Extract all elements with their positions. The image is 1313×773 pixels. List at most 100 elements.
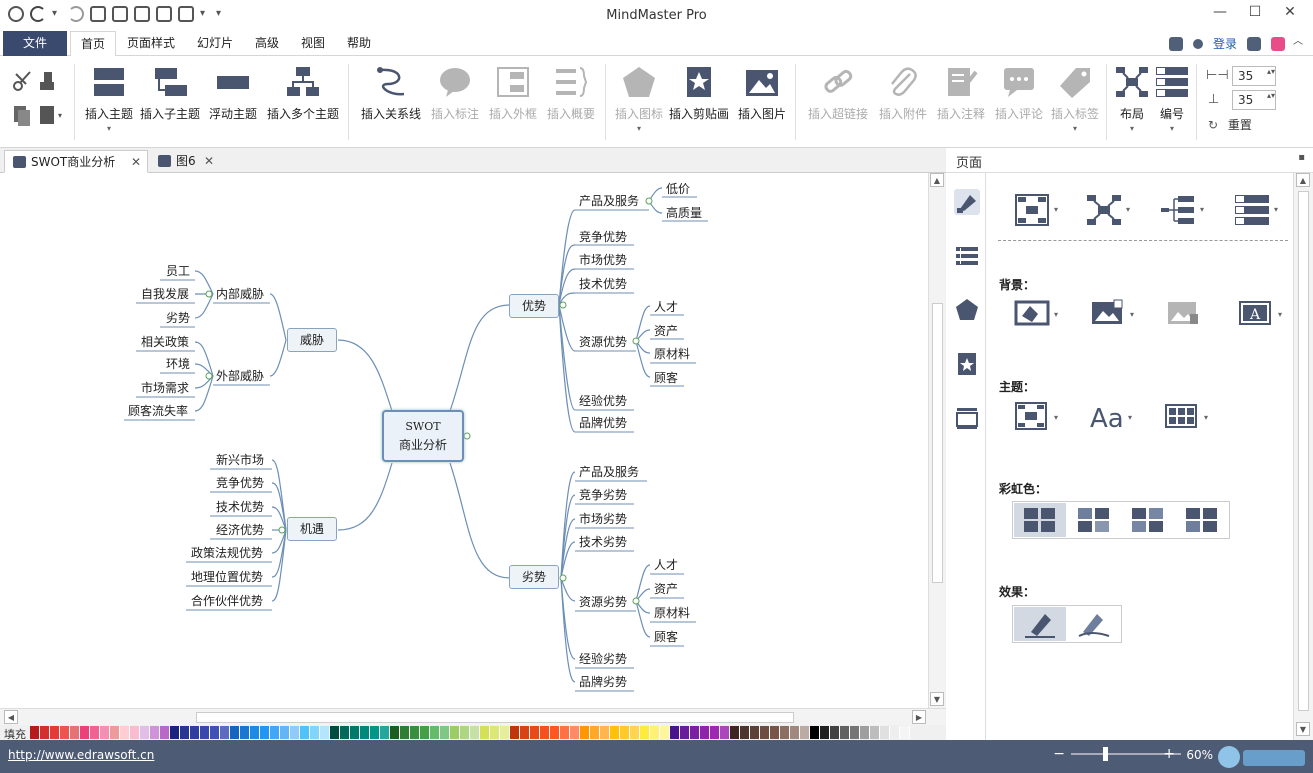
rainbow-option-2[interactable] (1078, 508, 1109, 532)
layout-button[interactable]: 布局 ▾ (1112, 66, 1152, 133)
subtopic-internal-threats[interactable]: 内部威胁 (216, 285, 264, 302)
mindmap-canvas[interactable]: SWOT 商业分析 优势 劣势 威胁 机遇 产品及服务 低价 高质量 竞争优势 … (0, 173, 928, 708)
cloud-icon[interactable] (1168, 36, 1183, 51)
subtopic-partner-advantage[interactable]: 合作伙伴优势 (191, 592, 263, 609)
radial-layout-option[interactable]: ▾ (1086, 193, 1132, 227)
insert-clipart-button[interactable]: 插入剪贴画 (668, 66, 730, 122)
theme-font-option[interactable]: Aa ▾ (1088, 401, 1134, 435)
subtopic-experience-weakness[interactable]: 经验劣势 (579, 650, 627, 667)
layout-dropdown-icon[interactable]: ▾ (1112, 124, 1152, 133)
color-swatches[interactable] (30, 726, 910, 739)
subtopic-brand-advantage[interactable]: 品牌优势 (579, 414, 627, 431)
menu-tab-help[interactable]: 帮助 (340, 31, 378, 56)
subtopic-policy-advantage[interactable]: 政策法规优势 (191, 544, 263, 561)
scrollbar-thumb[interactable] (1298, 191, 1309, 711)
pin-panel-icon[interactable]: ▪ (1298, 152, 1305, 163)
insert-icon-button[interactable]: 插入图标 ▾ (612, 66, 666, 133)
subtopic-market-advantage[interactable]: 市场优势 (579, 251, 627, 268)
paste-icon[interactable]: ▾ (40, 106, 62, 124)
skin-icon[interactable] (1247, 36, 1261, 51)
insert-multiple-topics-button[interactable]: 插入多个主题 (264, 66, 342, 122)
insert-topic-dropdown-icon[interactable]: ▾ (82, 124, 136, 133)
remove-background-option[interactable] (1166, 298, 1212, 332)
dropdown-icon[interactable]: ▾ (1054, 310, 1058, 319)
background-color-option[interactable]: ▾ (1014, 298, 1060, 332)
effect-option-sketch[interactable] (1078, 614, 1110, 637)
subtopic-external-threats[interactable]: 外部威胁 (216, 367, 264, 384)
scrollbar-thumb[interactable] (196, 712, 794, 723)
subtopic-raw-materials[interactable]: 原材料 (654, 604, 690, 621)
theme-style-option[interactable]: ▾ (1014, 401, 1060, 435)
numbering-button[interactable]: 编号 ▾ (1152, 66, 1192, 133)
login-link[interactable]: 登录 (1213, 35, 1237, 52)
map-layout-option[interactable]: ▾ (1014, 193, 1060, 227)
topic-weaknesses[interactable]: 劣势 (509, 565, 559, 589)
insert-callout-button[interactable]: 插入标注 (428, 66, 482, 122)
insert-topic-button[interactable]: 插入主题 ▾ (82, 66, 136, 133)
canvas-horizontal-scrollbar[interactable]: ◀ ▶ (0, 708, 946, 725)
subtopic-location-advantage[interactable]: 地理位置优势 (191, 568, 263, 585)
insert-attachment-button[interactable]: 插入附件 (876, 66, 930, 122)
vertical-spacing-stepper[interactable]: 35 (1232, 90, 1276, 110)
insert-hyperlink-button[interactable]: 插入超链接 (806, 66, 870, 122)
topic-threats[interactable]: 威胁 (287, 328, 337, 352)
subtopic-brand-weakness[interactable]: 品牌劣势 (579, 673, 627, 690)
outline-tab[interactable] (954, 243, 980, 269)
document-tab-swot[interactable]: SWOT商业分析 ✕ (4, 150, 148, 173)
zoom-slider-knob[interactable] (1103, 747, 1108, 761)
topic-strengths[interactable]: 优势 (509, 294, 559, 318)
subtopic-products-services[interactable]: 产品及服务 (579, 192, 639, 209)
subtopic-experience-advantage[interactable]: 经验优势 (579, 392, 627, 409)
scroll-up-icon[interactable]: ▲ (1296, 173, 1310, 187)
dropdown-icon[interactable]: ▾ (1200, 205, 1204, 214)
format-painter-icon[interactable] (40, 72, 54, 90)
website-link[interactable]: http://www.edrawsoft.cn (8, 748, 154, 762)
menu-tab-advanced[interactable]: 高级 (248, 31, 286, 56)
insert-subtopic-button[interactable]: 插入子主题 (138, 66, 202, 122)
zoom-in-icon[interactable]: + (1163, 746, 1175, 762)
dropdown-icon[interactable]: ▾ (1054, 413, 1058, 422)
subtopic-competitive-weakness[interactable]: 竞争劣势 (579, 486, 627, 503)
zoom-out-icon[interactable]: − (1053, 746, 1065, 762)
page-format-tab[interactable] (954, 189, 980, 215)
insert-comment-button[interactable]: 插入评论 (992, 66, 1046, 122)
insert-summary-button[interactable]: 插入概要 (544, 66, 598, 122)
insert-boundary-button[interactable]: 插入外框 (486, 66, 540, 122)
subtopic-resource-advantage[interactable]: 资源优势 (579, 333, 627, 350)
subtopic-economic-advantage[interactable]: 经济优势 (216, 521, 264, 538)
close-button[interactable]: ✕ (1275, 4, 1305, 26)
slides-tab[interactable] (954, 405, 980, 431)
tree-layout-option[interactable]: ▾ (1160, 193, 1206, 227)
close-tab-icon[interactable]: ✕ (204, 150, 214, 172)
subtopic-assets[interactable]: 资产 (654, 580, 678, 597)
subtopic-talent[interactable]: 人才 (654, 298, 678, 315)
scroll-left-icon[interactable]: ◀ (4, 710, 18, 724)
dropdown-icon[interactable]: ▾ (1126, 205, 1130, 214)
collapse-ribbon-icon[interactable]: ︿ (1283, 32, 1313, 54)
menu-tab-page-style[interactable]: 页面样式 (120, 31, 182, 56)
topic-opportunities[interactable]: 机遇 (287, 517, 337, 541)
subtopic-talent[interactable]: 人才 (654, 556, 678, 573)
maximize-button[interactable]: ☐ (1240, 4, 1270, 26)
numbered-layout-option[interactable]: ▾ (1234, 193, 1280, 227)
subtopic-weakness[interactable]: 劣势 (166, 309, 190, 326)
center-topic-swot[interactable]: SWOT 商业分析 (382, 410, 464, 462)
subtopic-competitive-advantage[interactable]: 竞争优势 (216, 474, 264, 491)
close-tab-icon[interactable]: ✕ (131, 151, 141, 173)
subtopic-emerging-markets[interactable]: 新兴市场 (216, 451, 264, 468)
scrollbar-thumb[interactable] (932, 303, 943, 583)
subtopic-self-development[interactable]: 自我发展 (141, 285, 189, 302)
rainbow-option-3[interactable] (1132, 508, 1163, 532)
menu-tab-home[interactable]: 首页 (70, 31, 116, 57)
icons-tab[interactable] (954, 297, 980, 323)
menu-tab-slides[interactable]: 幻灯片 (190, 31, 240, 56)
numbering-dropdown-icon[interactable]: ▾ (1152, 124, 1192, 133)
insert-relation-button[interactable]: 插入关系线 (358, 66, 424, 122)
dropdown-icon[interactable]: ▾ (1274, 205, 1278, 214)
insert-note-button[interactable]: 插入注释 (934, 66, 988, 122)
scroll-up-icon[interactable]: ▲ (930, 173, 944, 187)
subtopic-raw-materials[interactable]: 原材料 (654, 345, 690, 362)
share-icon[interactable] (1192, 38, 1203, 49)
floating-topic-button[interactable]: 浮动主题 (205, 66, 261, 122)
subtopic-customer-churn[interactable]: 顾客流失率 (128, 402, 188, 419)
